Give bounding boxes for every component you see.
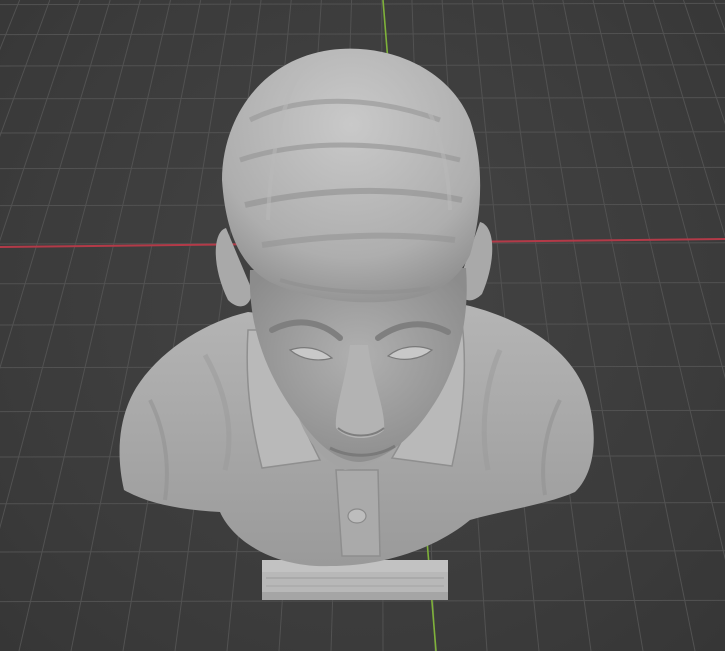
grid-line-v	[0, 0, 21, 51]
grid-line-h	[0, 599, 725, 603]
grid-line-v	[70, 0, 202, 651]
pedestal-base	[262, 560, 448, 600]
3d-viewport[interactable]	[0, 0, 725, 651]
grid-line-v	[0, 0, 111, 370]
grid-line-h	[0, 32, 725, 36]
shirt-button	[347, 508, 367, 524]
viewport-scene[interactable]	[0, 0, 725, 651]
grid-line-v	[18, 0, 172, 651]
grid-line-v	[0, 0, 51, 138]
grid-line-v	[0, 0, 141, 530]
grid-line-v	[0, 0, 81, 242]
hair	[222, 48, 481, 303]
